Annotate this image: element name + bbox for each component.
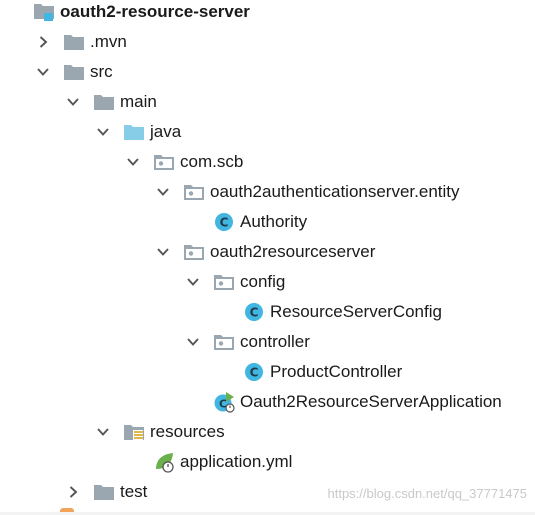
chevron-down-icon[interactable] [66,95,80,109]
source-folder-icon [123,121,145,143]
tree-item-label: ProductController [270,362,403,381]
tree-item-main[interactable]: main [66,87,157,117]
folder-icon [63,61,85,83]
module-folder-icon [33,1,55,23]
spring-boot-class-icon: C [213,391,235,413]
package-icon [213,271,235,293]
chevron-down-icon[interactable] [156,245,170,259]
package-icon [153,151,175,173]
tree-item-mvn[interactable]: .mvn [36,27,127,57]
tree-item-oauth2authenticationserver-entity[interactable]: oauth2authenticationserver.entity [156,177,460,207]
class-icon: C [243,361,265,383]
svg-text:C: C [250,306,259,320]
tree-item-label: java [150,122,182,141]
resources-folder-icon [123,421,145,443]
tree-item-oauth2-resource-server[interactable]: oauth2-resource-server [6,0,250,27]
tree-item-oauth2resourceserver[interactable]: oauth2resourceserver [156,237,375,267]
chevron-down-icon[interactable] [126,155,140,169]
tree-item-com-scb[interactable]: com.scb [126,147,243,177]
chevron-right-icon[interactable] [66,485,80,499]
tree-item-label: application.yml [180,452,293,471]
package-icon [213,331,235,353]
tree-item-label: oauth2resourceserver [210,242,376,261]
tree-item-java[interactable]: java [96,117,181,147]
tree-item-label: ResourceServerConfig [270,302,442,321]
tree-item-label: src [90,62,113,81]
class-icon: C [243,301,265,323]
tree-item-resourceserverconfig[interactable]: C ResourceServerConfig [216,297,442,327]
tree-item-oauth2resourceserverapplication[interactable]: C Oauth2ResourceServerApplication [186,387,502,417]
chevron-right-icon[interactable] [36,35,50,49]
tree-item-authority[interactable]: C Authority [186,207,307,237]
chevron-down-icon[interactable] [96,125,110,139]
tree-item-config[interactable]: config [186,267,285,297]
package-icon [183,181,205,203]
tree-item-controller[interactable]: controller [186,327,310,357]
folder-icon [63,31,85,53]
tree-item-label: oauth2-resource-server [60,2,250,21]
project-tree: oauth2-resource-server .mvn src main java com… [0,0,535,515]
package-icon [183,241,205,263]
tree-item-label: oauth2authenticationserver.entity [210,182,460,201]
tree-item-label: resources [150,422,225,441]
tree-item-test[interactable]: test [66,477,147,507]
chevron-down-icon[interactable] [36,65,50,79]
tree-item-label: config [240,272,286,291]
tree-item-application-yml[interactable]: application.yml [126,447,292,477]
folder-icon [93,481,115,503]
folder-icon [93,91,115,113]
tree-item-label: main [120,92,157,111]
chevron-down-icon[interactable] [96,425,110,439]
spring-config-file-icon [153,451,175,473]
tree-item-label: com.scb [180,152,244,171]
tree-item-label: controller [240,332,310,351]
watermark-text: https://blog.csdn.net/qq_37771475 [327,486,528,501]
tree-item-src[interactable]: src [36,57,113,87]
tree-item-label: Oauth2ResourceServerApplication [240,392,502,411]
svg-text:C: C [250,366,259,380]
chevron-down-icon[interactable] [186,335,200,349]
class-icon: C [213,211,235,233]
svg-text:C: C [220,216,229,230]
tree-item-resources[interactable]: resources [96,417,225,447]
chevron-down-icon[interactable] [156,185,170,199]
tree-item-productcontroller[interactable]: C ProductController [216,357,402,387]
tree-item-label: .mvn [90,32,127,51]
chevron-down-icon[interactable] [186,275,200,289]
tree-item-label: test [120,482,148,501]
tree-item-label: Authority [240,212,308,231]
